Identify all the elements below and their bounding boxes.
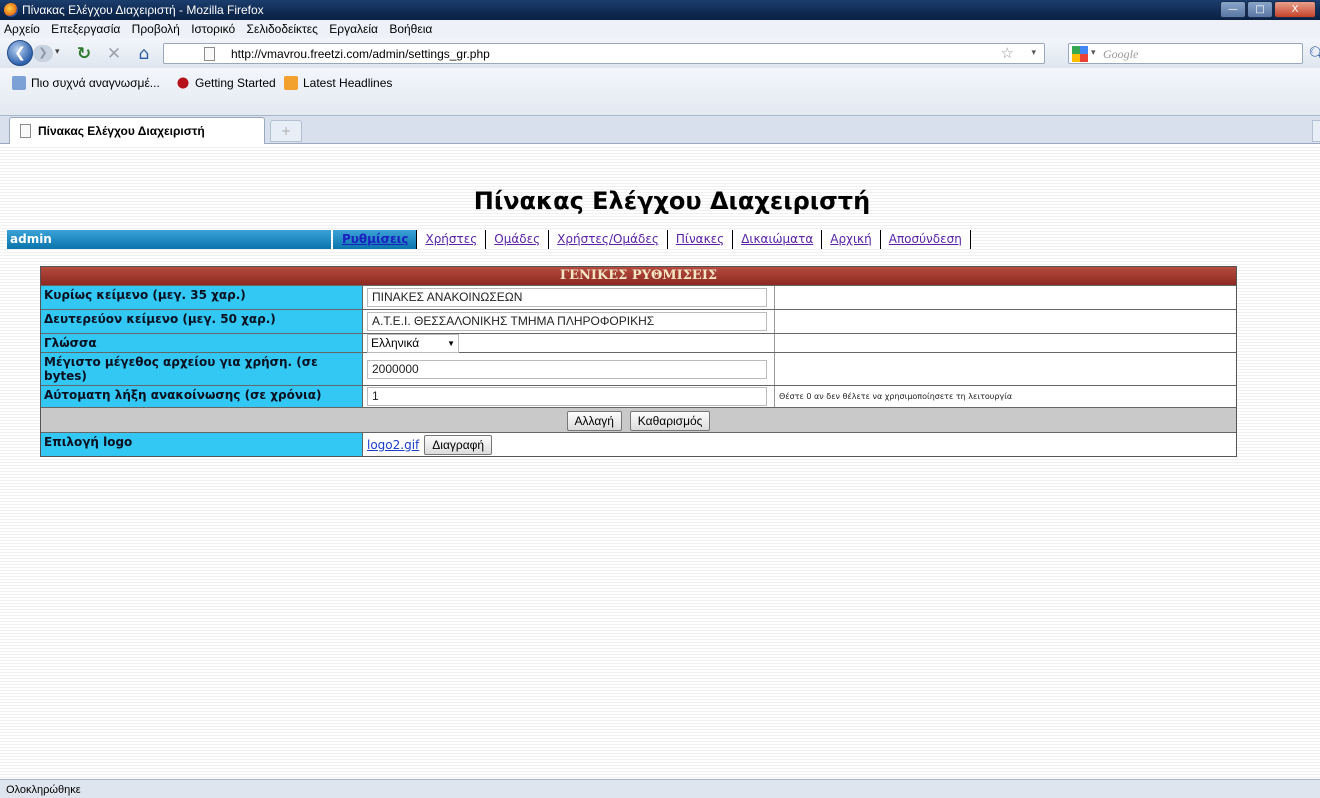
menu-bookmarks[interactable]: Σελιδοδείκτες [243,20,322,36]
empty-note [775,334,1236,352]
tab-label: Πίνακας Ελέγχου Διαχειριστή [38,124,205,138]
page-title: Πίνακας Ελέγχου Διαχειριστή [473,187,871,215]
reload-icon[interactable]: ↻ [74,44,94,64]
bookmarks-toolbar: Πιο συχνά αναγνωσμέ... Getting Started L… [0,68,1320,116]
history-dropdown-icon[interactable]: ▾ [55,47,60,57]
menu-view[interactable]: Προβολή [128,20,184,36]
language-select[interactable]: Ελληνικά ▼ [367,333,459,353]
nav-link-home[interactable]: Αρχική [822,230,881,249]
window-controls: — □ X [1219,1,1316,18]
nav-link-groups[interactable]: Ομάδες [486,230,550,249]
table-row: Γλώσσα Ελληνικά ▼ [41,333,1236,353]
search-bar[interactable]: ▾ Google [1068,43,1303,64]
page-icon [204,47,215,61]
page-content: Πίνακας Ελέγχου Διαχειριστή admin Ρυθμίσ… [0,145,1320,779]
language-value: Ελληνικά [371,336,420,350]
navigation-toolbar: ❮ ❯ ▾ ↻ ✕ ⌂ http://vmavrou.freetzi.com/a… [0,38,1320,68]
nav-link-users-groups[interactable]: Χρήστες/Ομάδες [549,230,668,249]
table-row: Επιλογή logo logo2.gif Διαγραφή [41,432,1236,456]
empty-note [775,310,1236,333]
expiry-note: Θέστε 0 αν δεν θέλετε να χρησιμοποίησετε… [779,392,1013,401]
bookmark-star-icon[interactable]: ☆ [1001,44,1014,62]
nav-link-boards[interactable]: Πίνακες [667,230,734,249]
menu-edit[interactable]: Επεξεργασία [47,20,124,36]
rss-icon [284,76,298,90]
firefox-icon [4,3,18,17]
url-dropdown-icon[interactable]: ▾ [1031,48,1036,58]
most-visited-icon [12,76,26,90]
bookmark-latest-headlines[interactable]: Latest Headlines [284,76,392,90]
search-magnifier-icon[interactable]: 🔍︎ [1308,45,1320,63]
max-size-input[interactable]: 2000000 [367,359,767,379]
expiry-input[interactable]: 1 [367,387,767,406]
search-placeholder[interactable]: Google [1103,47,1138,62]
table-row: Δευτερεύον κείμενο (μεγ. 50 χαρ.) Α.Τ.Ε.… [41,309,1236,333]
nav-link-logout[interactable]: Αποσύνδεση [880,230,971,249]
menu-tools[interactable]: Εργαλεία [325,20,382,36]
window-title-bar: Πίνακας Ελέγχου Διαχειριστή - Mozilla Fi… [0,0,1320,20]
tab-strip: Πίνακας Ελέγχου Διαχειριστή + [0,116,1320,144]
language-label: Γλώσσα [41,334,363,352]
bookmark-label: Πιο συχνά αναγνωσμέ... [31,76,160,90]
clear-button[interactable]: Καθαρισμός [629,411,711,431]
bookmark-getting-started[interactable]: Getting Started [176,76,276,90]
menu-help[interactable]: Βοήθεια [385,20,436,36]
url-bar[interactable]: http://vmavrou.freetzi.com/admin/setting… [163,43,1045,64]
window-title: Πίνακας Ελέγχου Διαχειριστή - Mozilla Fi… [22,3,264,17]
logo-file-link[interactable]: logo2.gif [367,438,419,452]
bookmark-most-visited[interactable]: Πιο συχνά αναγνωσμέ... [12,76,160,90]
maximize-button[interactable]: □ [1247,1,1273,18]
chevron-down-icon: ▼ [447,338,455,348]
empty-note [775,433,1236,456]
url-text[interactable]: http://vmavrou.freetzi.com/admin/setting… [231,47,490,61]
home-icon[interactable]: ⌂ [134,44,154,64]
minimize-button[interactable]: — [1220,1,1246,18]
tab-admin-panel[interactable]: Πίνακας Ελέγχου Διαχειριστή [9,117,265,144]
table-row: Αύτοματη λήξη ανακοίνωσης (σε χρόνια) 1 … [41,385,1236,407]
user-cell: admin [7,230,331,249]
nav-link-settings[interactable]: Ρυθμίσεις [333,230,418,249]
admin-nav-links: Ρυθμίσεις Χρήστες Ομάδες Χρήστες/Ομάδες … [333,230,971,249]
delete-logo-button[interactable]: Διαγραφή [424,434,493,455]
page-icon [20,124,31,138]
logo-label: Επιλογή logo [41,433,363,456]
menu-bar: Αρχείο Επεξεργασία Προβολή Ιστορικό Σελι… [0,20,1320,38]
expiry-label: Αύτοματη λήξη ανακοίνωσης (σε χρόνια) [41,386,363,407]
admin-nav-row: admin Ρυθμίσεις Χρήστες Ομάδες Χρήστες/Ο… [7,230,1007,250]
back-button[interactable]: ❮ [7,40,33,66]
close-button[interactable]: X [1274,1,1316,18]
search-engine-dropdown-icon[interactable]: ▾ [1091,48,1096,58]
bookmark-label: Getting Started [195,76,276,90]
menu-file[interactable]: Αρχείο [0,20,44,36]
form-buttons-row: Αλλαγή Καθαρισμός [41,407,1236,432]
google-icon[interactable] [1072,46,1088,62]
new-tab-button[interactable]: + [270,120,302,142]
settings-header: ΓΕΝΙΚΕΣ ΡΥΘΜΙΣΕΙΣ [41,267,1236,285]
stop-icon[interactable]: ✕ [104,44,124,64]
empty-note [775,286,1236,309]
table-row: Μέγιστο μέγεθος αρχείου για χρήση. (σε b… [41,352,1236,385]
forward-button[interactable]: ❯ [33,45,53,62]
max-size-label: Μέγιστο μέγεθος αρχείου για χρήση. (σε b… [41,353,363,385]
tab-list-button[interactable] [1312,120,1320,142]
status-bar: Ολοκληρώθηκε [0,779,1320,798]
firefox-bookmark-icon [176,76,190,90]
empty-note [775,353,1236,385]
general-settings-table: ΓΕΝΙΚΕΣ ΡΥΘΜΙΣΕΙΣ Κυρίως κείμενο (μεγ. 3… [40,266,1237,457]
table-row: Κυρίως κείμενο (μεγ. 35 χαρ.) ΠΙΝΑΚΕΣ ΑΝ… [41,285,1236,309]
sub-text-label: Δευτερεύον κείμενο (μεγ. 50 χαρ.) [41,310,363,333]
sub-text-input[interactable]: Α.Τ.Ε.Ι. ΘΕΣΣΑΛΟΝΙΚΗΣ ΤΜΗΜΑ ΠΛΗΡΟΦΟΡΙΚΗΣ [367,312,767,331]
nav-link-users[interactable]: Χρήστες [417,230,487,249]
main-text-label: Κυρίως κείμενο (μεγ. 35 χαρ.) [41,286,363,309]
nav-link-permissions[interactable]: Δικαιώματα [733,230,823,249]
change-button[interactable]: Αλλαγή [566,411,622,431]
menu-history[interactable]: Ιστορικό [187,20,239,36]
main-text-input[interactable]: ΠΙΝΑΚΕΣ ΑΝΑΚΟΙΝΩΣΕΩΝ [367,288,767,307]
bookmark-label: Latest Headlines [303,76,393,90]
